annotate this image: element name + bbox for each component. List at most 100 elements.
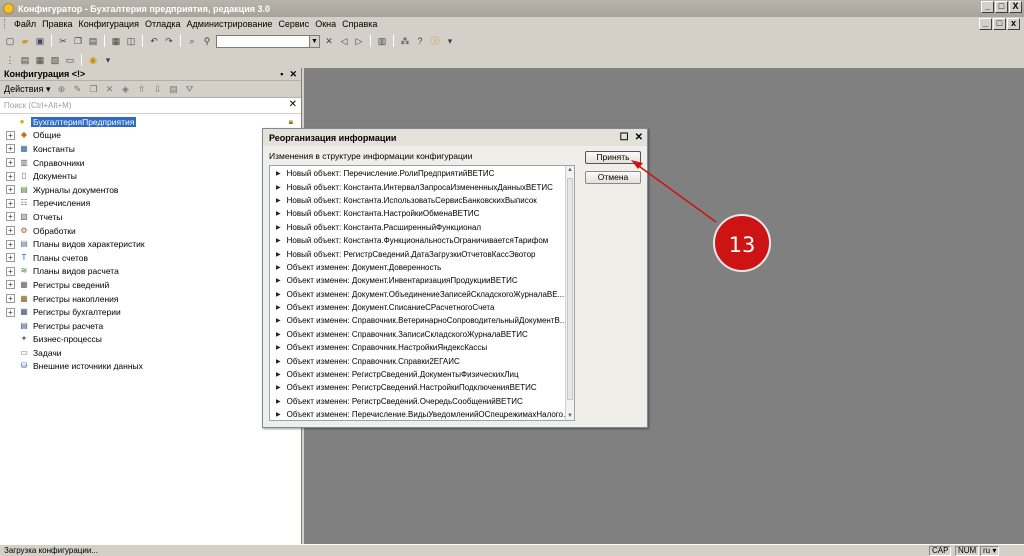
tree-item[interactable]: + ▤ Журналы документов [0,183,301,197]
mdi-restore-button[interactable]: □ [993,18,1006,30]
tree-item[interactable]: + Т Планы счетов [0,251,301,265]
toolbar-more-icon[interactable]: ▾ [102,54,114,66]
change-row[interactable]: ▶ Объект изменен: Справочник.НастройкиЯнд… [270,341,574,354]
menu-edit[interactable]: Правка [41,19,73,29]
dialog-close-icon[interactable]: ✕ [635,132,643,143]
expand-arrow-icon[interactable]: ▶ [276,411,281,418]
cut-icon[interactable]: ✂ [57,35,69,47]
menu-administration[interactable]: Администрирование [186,19,274,29]
expand-arrow-icon[interactable]: ▶ [276,304,281,311]
maximize-button[interactable]: □ [995,1,1008,13]
menu-help[interactable]: Справка [341,19,378,29]
move-up-icon[interactable]: ⇧ [136,84,146,94]
tree-item[interactable]: ▤ Регистры расчета [0,319,301,333]
tree-item[interactable]: + ☷ Перечисления [0,197,301,211]
expand-arrow-icon[interactable]: ▶ [276,237,281,244]
tree-item[interactable]: + ▦ Регистры сведений [0,278,301,292]
change-row[interactable]: ▶ Новый объект: РегистрСведений.ДатаЗагру… [270,247,574,260]
tree-item[interactable]: + ▦ Константы [0,142,301,156]
search-combo[interactable]: ▼ [216,34,320,48]
tree-item[interactable]: + ⚙ Обработки [0,224,301,238]
expand-icon[interactable]: + [6,198,15,208]
expand-arrow-icon[interactable]: ▶ [276,277,281,284]
close-icon[interactable]: ✕ [289,69,297,80]
change-row[interactable]: ▶ Новый объект: Константа.РасширенныйФунк… [270,221,574,234]
preview-icon[interactable]: ◫ [125,35,137,47]
undo-icon[interactable]: ↶ [148,35,160,47]
expand-arrow-icon[interactable]: ▶ [276,358,281,365]
expand-icon[interactable]: + [6,158,15,168]
sort-icon[interactable]: ▤ [168,84,178,94]
menu-windows[interactable]: Окна [314,19,337,29]
properties-icon[interactable]: ◈ [120,84,130,94]
expand-arrow-icon[interactable]: ▶ [276,344,281,351]
expand-icon[interactable]: + [6,239,15,249]
dialog-maximize-icon[interactable]: ☐ [620,132,629,143]
expand-icon[interactable]: + [6,266,15,276]
close-button[interactable]: X [1009,1,1022,13]
expand-arrow-icon[interactable]: ▶ [276,170,281,177]
tree-item[interactable]: + ◆ Общие [0,129,301,143]
tree-root-label[interactable]: БухгалтерияПредприятия [31,116,137,127]
expand-arrow-icon[interactable]: ▶ [276,264,281,271]
cancel-button[interactable]: Отмена [585,171,641,184]
find-icon[interactable]: ⌕ [186,35,198,47]
module-icon[interactable]: ▥ [376,35,388,47]
tree-item[interactable]: ✦ Бизнес-процессы [0,333,301,347]
change-row[interactable]: ▶ Объект изменен: Документ.СписаниеСРасче… [270,301,574,314]
mdi-minimize-button[interactable]: _ [979,18,992,30]
change-row[interactable]: ▶ Объект изменен: Документ.Инвентаризация… [270,274,574,287]
change-row[interactable]: ▶ Новый объект: Константа.ИспользоватьСер… [270,194,574,207]
change-row[interactable]: ▶ Объект изменен: РегистрСведений.Докумен… [270,368,574,381]
change-row[interactable]: ▶ Объект изменен: Перечисление.ВидыУведом… [270,408,574,420]
tree-item[interactable]: + ▤ Планы видов характеристик [0,237,301,251]
expand-icon[interactable]: + [6,171,15,181]
change-row[interactable]: ▶ Новый объект: Константа.Функциональност… [270,234,574,247]
menu-debug[interactable]: Отладка [144,19,182,29]
change-row[interactable]: ▶ Объект изменен: Справочник.Справки2ЕГАИ… [270,354,574,367]
expand-arrow-icon[interactable]: ▶ [276,291,281,298]
expand-arrow-icon[interactable]: ▶ [276,197,281,204]
tree-item[interactable]: + ▦ Регистры накопления [0,292,301,306]
change-row[interactable]: ▶ Объект изменен: Справочник.ВетеринарноС… [270,314,574,327]
change-row[interactable]: ▶ Объект изменен: РегистрСведений.Настрой… [270,381,574,394]
copy-icon[interactable]: ❐ [72,35,84,47]
expand-icon[interactable]: + [6,130,15,140]
tree-item[interactable]: + ▦ Регистры бухгалтерии [0,305,301,319]
toolbar-more-icon[interactable]: ▾ [444,35,456,47]
expand-arrow-icon[interactable]: ▶ [276,251,281,258]
changes-list[interactable]: ▶ Новый объект: Перечисление.РолиПредприя… [269,165,575,421]
expand-icon[interactable]: + [6,280,15,290]
edit-icon[interactable]: ✎ [72,84,82,94]
tree-item[interactable]: + ≋ Планы видов расчета [0,265,301,279]
config-compare-icon[interactable]: ▧ [49,54,61,66]
delete-icon[interactable]: ✕ [104,84,114,94]
change-row[interactable]: ▶ Объект изменен: Справочник.ЗаписиСкладс… [270,328,574,341]
minimize-button[interactable]: _ [981,1,994,13]
expand-icon[interactable]: + [6,294,15,304]
scroll-down-icon[interactable]: ▼ [567,413,573,419]
change-row[interactable]: ▶ Объект изменен: Документ.Доверенность [270,261,574,274]
expand-icon[interactable]: + [6,226,15,236]
menu-file[interactable]: Файл [13,19,37,29]
find-prev-icon[interactable]: ◁ [338,35,350,47]
change-row[interactable]: ▶ Объект изменен: Документ.ОбъединениеЗап… [270,288,574,301]
lang-indicator[interactable]: ru ▾ [980,546,1000,556]
tree-item[interactable]: ⛁ Внешние источники данных [0,360,301,374]
paste-icon[interactable]: ▤ [87,35,99,47]
config-tree-icon[interactable]: ▤ [19,54,31,66]
mdi-close-button[interactable]: x [1007,18,1020,30]
menu-grip[interactable] [4,19,7,29]
print-icon[interactable]: ▦ [110,35,122,47]
save-icon[interactable]: ▣ [34,35,46,47]
grip-icon[interactable]: ⋮ [4,54,16,66]
add-icon[interactable]: ⊕ [56,84,66,94]
expand-icon[interactable]: + [6,212,15,222]
tree-item[interactable]: + ▯ Документы [0,169,301,183]
run-debug-icon[interactable]: ◉ [87,54,99,66]
new-icon[interactable]: ▢ [4,35,16,47]
copy-icon[interactable]: ❐ [88,84,98,94]
scroll-up-icon[interactable]: ▲ [567,167,573,173]
expand-icon[interactable]: + [6,185,15,195]
find-back-icon[interactable]: ▷ [353,35,365,47]
